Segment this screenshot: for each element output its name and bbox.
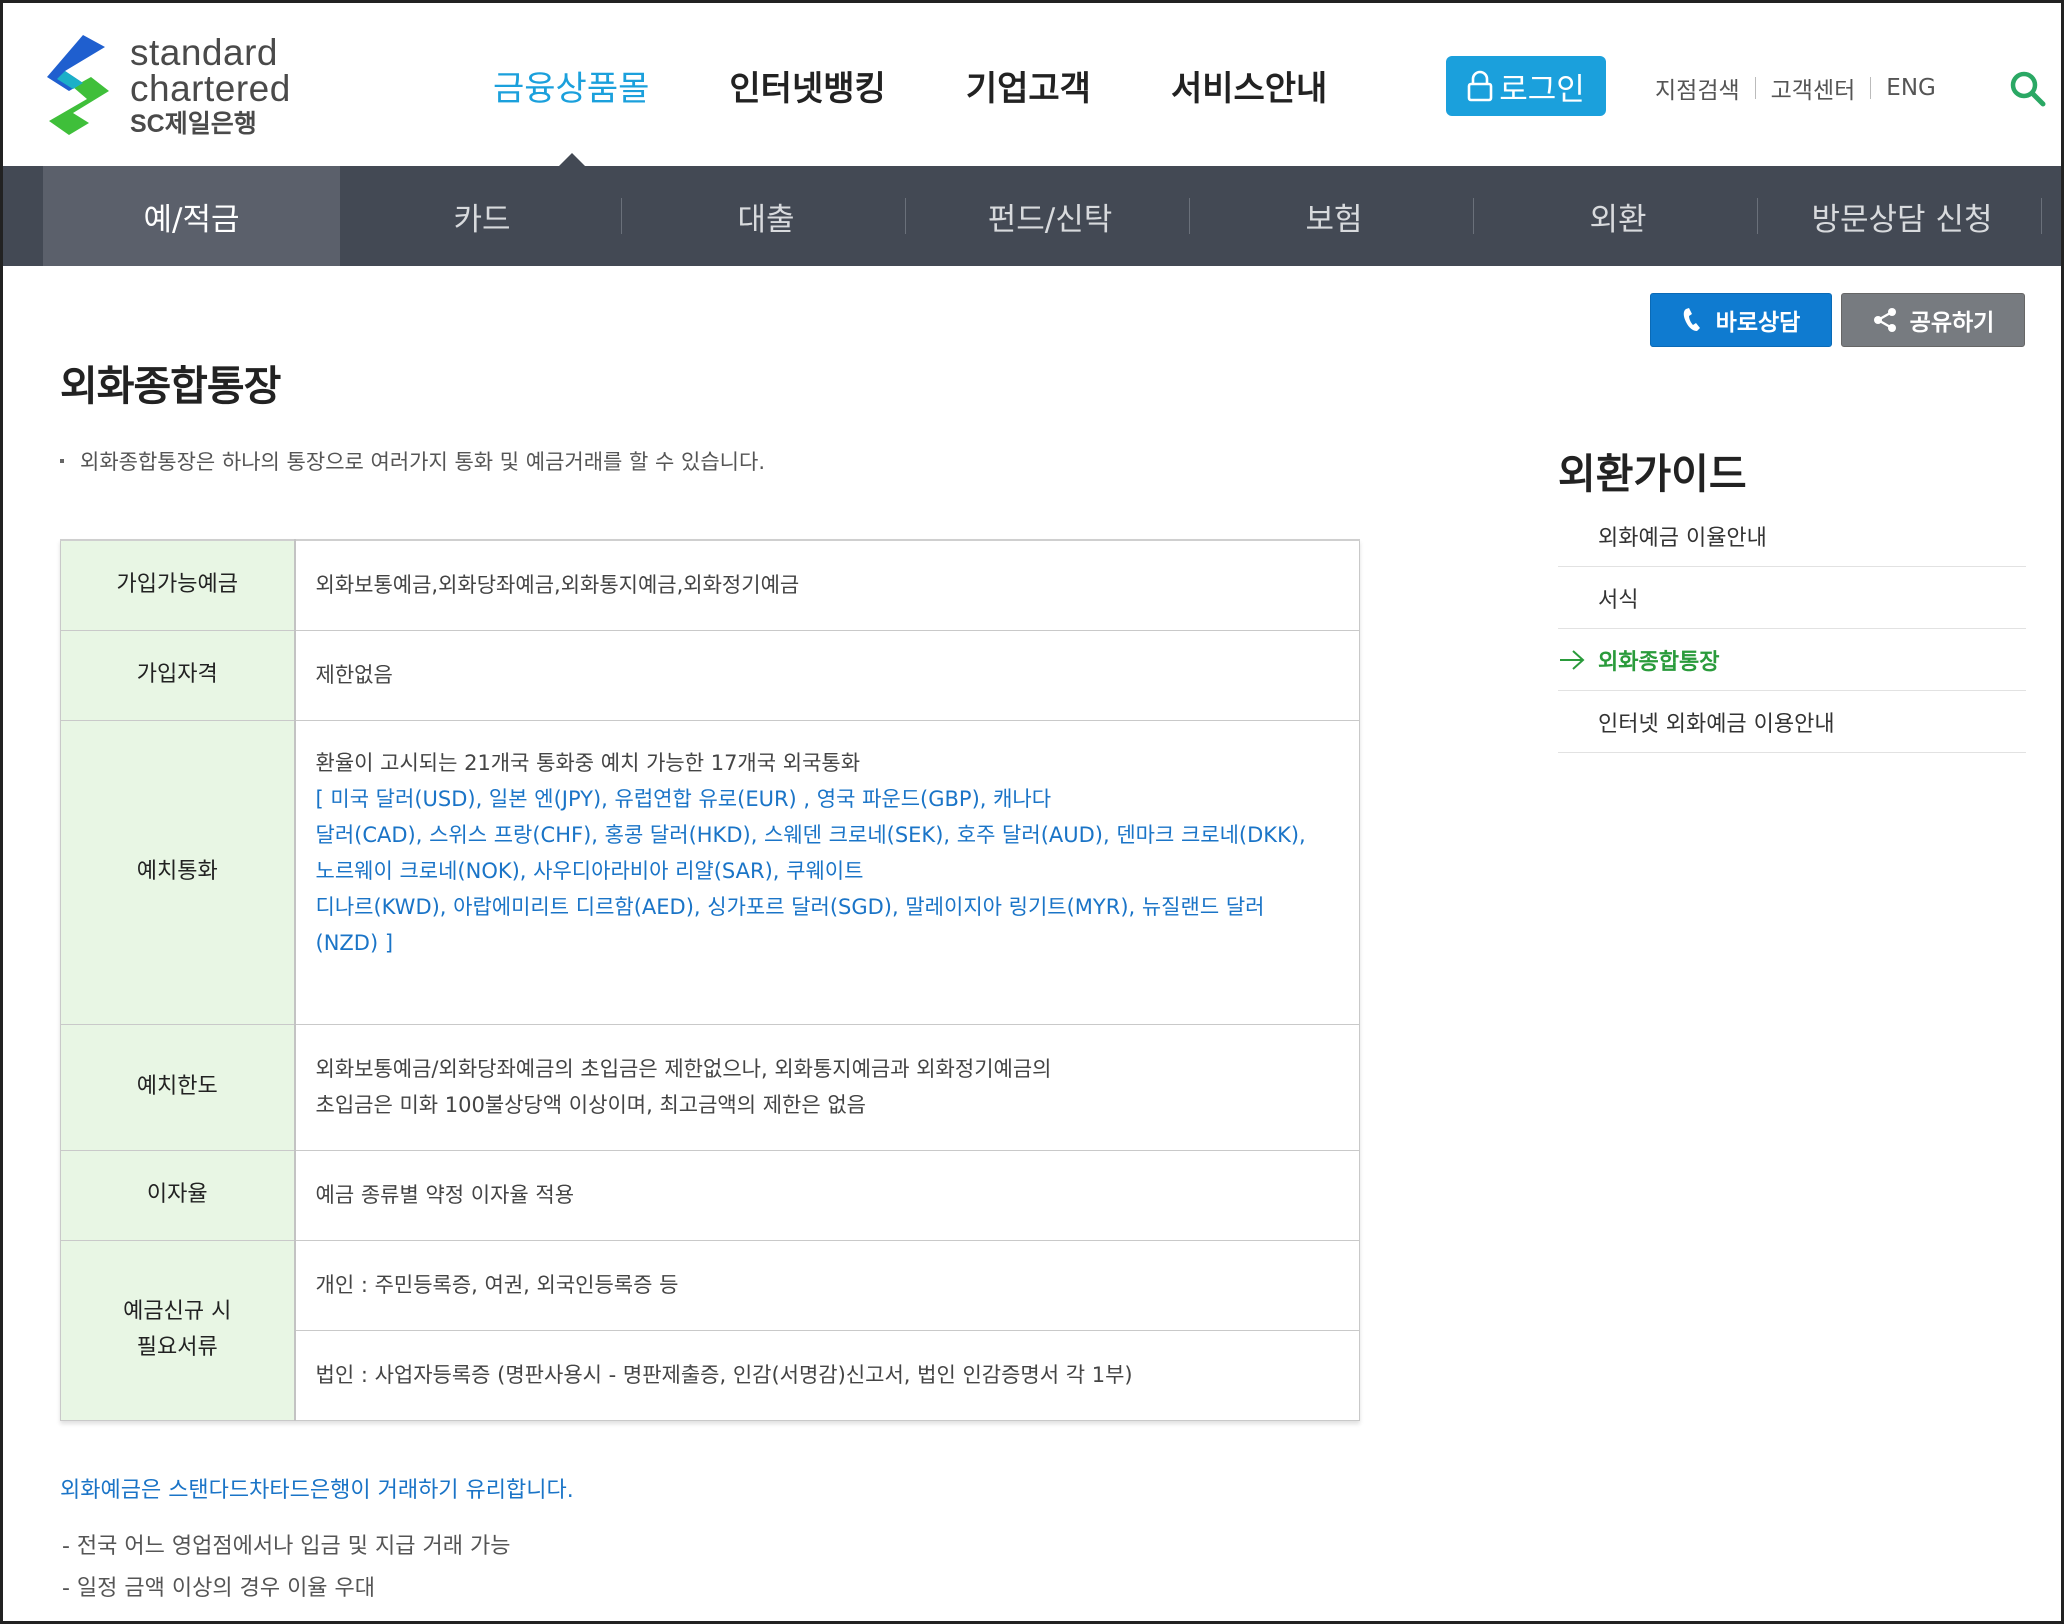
row-header-deposit-limit: 예치한도 <box>60 1023 296 1151</box>
row-value-currencies: 환율이 고시되는 21개국 통화중 예치 가능한 17개국 외국통화 [ 미국 … <box>294 719 1360 1025</box>
row-header-eligible-deposits: 가입가능예금 <box>60 539 296 631</box>
divider <box>1870 77 1872 99</box>
currency-list-line: 달러(CAD), 스위스 프랑(CHF), 홍콩 달러(HKD), 스웨덴 크로… <box>315 822 1306 847</box>
direct-consult-button[interactable]: 바로상담 <box>1650 293 1832 347</box>
site-header: standard chartered SC제일은행 금융상품몰 인터넷뱅킹 기업… <box>3 3 2061 167</box>
gnb-active-pointer <box>558 153 586 167</box>
lock-icon <box>1467 70 1493 102</box>
global-nav: 금융상품몰 인터넷뱅킹 기업고객 서비스안내 <box>493 61 1407 110</box>
row-header-currencies: 예치통화 <box>60 719 296 1025</box>
brand-wordmark: standard chartered SC제일은행 <box>130 32 291 141</box>
required-docs-header-line: 필요서류 <box>136 1335 218 1360</box>
login-label: 로그인 <box>1499 71 1585 108</box>
table-row: 가입가능예금 외화보통예금,외화당좌예금,외화통지예금,외화정기예금 <box>60 539 1360 631</box>
divider <box>2041 198 2042 234</box>
forex-guide-list: 외화예금 이율안내 서식 외화종합통장 인터넷 외화예금 이용안내 <box>1558 505 2026 753</box>
gnb-item-products[interactable]: 금융상품몰 <box>493 61 649 110</box>
phone-icon <box>1683 308 1700 331</box>
row-header-required-documents: 예금신규 시 필요서류 <box>60 1239 296 1421</box>
brand-logo[interactable]: standard chartered SC제일은행 <box>43 31 323 141</box>
share-icon <box>1873 308 1896 332</box>
guide-item-label: 인터넷 외화예금 이용안내 <box>1598 711 1835 737</box>
row-value-eligible-deposits: 외화보통예금,외화당좌예금,외화통지예금,외화정기예금 <box>294 539 1360 631</box>
guide-item-multi-currency-account[interactable]: 외화종합통장 <box>1558 629 2026 691</box>
direct-consult-label: 바로상담 <box>1715 310 1801 336</box>
product-info-table: 가입가능예금 외화보통예금,외화당좌예금,외화통지예금,외화정기예금 가입자격 … <box>60 539 1360 1421</box>
lnb-item-forex[interactable]: 외환 <box>1476 166 1760 266</box>
share-button[interactable]: 공유하기 <box>1841 293 2025 347</box>
row-header-interest-rate: 이자율 <box>60 1149 296 1241</box>
language-eng-link[interactable]: ENG <box>1886 75 1936 101</box>
page-intro: 외화종합통장은 하나의 통장으로 여러가지 통화 및 예금거래를 할 수 있습니… <box>60 446 765 476</box>
arrow-right-icon <box>1560 650 1585 670</box>
currency-list-line: (NZD) ] <box>315 930 394 955</box>
table-row: 이자율 예금 종류별 약정 이자율 적용 <box>60 1149 1360 1241</box>
guide-item-internet-forex[interactable]: 인터넷 외화예금 이용안내 <box>1558 691 2026 753</box>
divider <box>1754 77 1756 99</box>
row-header-eligibility: 가입자격 <box>60 629 296 721</box>
search-icon[interactable] <box>2008 69 2046 107</box>
required-docs-header-line: 예금신규 시 <box>123 1299 232 1324</box>
logo-line-chartered: chartered <box>130 68 291 109</box>
guide-item-label: 외화종합통장 <box>1598 649 1720 675</box>
currencies-intro: 환율이 고시되는 21개국 통화중 예치 가능한 17개국 외국통화 <box>315 750 861 775</box>
product-category-nav: 예/적금 카드 대출 펀드/신탁 보험 외환 방문상담 신청 <box>3 166 2061 266</box>
logo-line-korean: SC제일은행 <box>130 110 257 138</box>
divider <box>905 198 906 234</box>
divider <box>1189 198 1190 234</box>
lnb-item-visit-consult[interactable]: 방문상담 신청 <box>1760 166 2044 266</box>
guide-item-label: 외화예금 이율안내 <box>1598 525 1767 551</box>
gnb-item-internet-banking[interactable]: 인터넷뱅킹 <box>729 61 885 110</box>
guide-item-forms[interactable]: 서식 <box>1558 567 2026 629</box>
benefit-heading: 외화예금은 스탠다드차타드은행이 거래하기 유리합니다. <box>60 1478 574 1503</box>
customer-center-link[interactable]: 고객센터 <box>1771 71 1856 105</box>
currency-list-line: [ 미국 달러(USD), 일본 엔(JPY), 유럽연합 유로(EUR) , … <box>315 786 1052 811</box>
deposit-limit-line: 초입금은 미화 100불상당액 이상이며, 최고금액의 제한은 없음 <box>315 1093 867 1117</box>
branch-search-link[interactable]: 지점검색 <box>1655 71 1740 105</box>
lnb-item-insurance[interactable]: 보험 <box>1192 166 1476 266</box>
lnb-item-deposit[interactable]: 예/적금 <box>43 166 340 266</box>
currency-list-line: 노르웨이 크로네(NOK), 사우디아라비아 리얄(SAR), 쿠웨이트 <box>315 858 864 883</box>
table-row: 예치통화 환율이 고시되는 21개국 통화중 예치 가능한 17개국 외국통화 … <box>60 719 1360 1025</box>
intro-text: 외화종합통장은 하나의 통장으로 여러가지 통화 및 예금거래를 할 수 있습니… <box>80 450 765 474</box>
row-value-personal-documents: 개인 : 주민등록증, 여권, 외국인등록증 등 <box>294 1239 1360 1331</box>
row-value-deposit-limit: 외화보통예금/외화당좌예금의 초입금은 제한없으나, 외화통지예금과 외화정기예… <box>294 1023 1360 1151</box>
guide-item-label: 서식 <box>1598 587 1639 613</box>
lnb-item-loan[interactable]: 대출 <box>624 166 908 266</box>
divider <box>1757 198 1758 234</box>
benefit-line: - 전국 어느 영업점에서나 입금 및 지급 거래 가능 <box>62 1534 511 1559</box>
forex-guide-title: 외환가이드 <box>1558 450 1747 498</box>
row-value-interest-rate: 예금 종류별 약정 이자율 적용 <box>294 1149 1360 1241</box>
row-value-corporate-documents: 법인 : 사업자등록증 (명판사용시 - 명판제출증, 인감(서명감)신고서, … <box>294 1329 1360 1421</box>
share-label: 공유하기 <box>1909 310 1995 336</box>
lnb-item-fund[interactable]: 펀드/신탁 <box>908 166 1192 266</box>
benefit-line: - 일정 금액 이상의 경우 이율 우대 <box>62 1576 376 1601</box>
divider <box>621 198 622 234</box>
bullet-icon <box>60 459 64 463</box>
gnb-item-service[interactable]: 서비스안내 <box>1171 61 1327 110</box>
deposit-limit-line: 외화보통예금/외화당좌예금의 초입금은 제한없으나, 외화통지예금과 외화정기예… <box>315 1057 1052 1081</box>
row-value-eligibility: 제한없음 <box>294 629 1360 721</box>
table-row: 가입자격 제한없음 <box>60 629 1360 721</box>
currency-list-line: 디나르(KWD), 아랍에미리트 디르함(AED), 싱가포르 달러(SGD),… <box>315 894 1265 919</box>
logo-line-standard: standard <box>130 32 278 73</box>
sc-logo-icon <box>47 35 109 135</box>
table-row: 예금신규 시 필요서류 개인 : 주민등록증, 여권, 외국인등록증 등 <box>60 1239 1360 1421</box>
table-row: 예치한도 외화보통예금/외화당좌예금의 초입금은 제한없으나, 외화통지예금과 … <box>60 1023 1360 1151</box>
utility-links: 지점검색 고객센터 ENG <box>1655 71 1936 105</box>
guide-item-rates[interactable]: 외화예금 이율안내 <box>1558 505 2026 567</box>
login-button[interactable]: 로그인 <box>1446 56 1606 116</box>
lnb-item-card[interactable]: 카드 <box>340 166 624 266</box>
gnb-item-corporate[interactable]: 기업고객 <box>966 61 1091 110</box>
divider <box>1473 198 1474 234</box>
page-title: 외화종합통장 <box>60 362 281 410</box>
